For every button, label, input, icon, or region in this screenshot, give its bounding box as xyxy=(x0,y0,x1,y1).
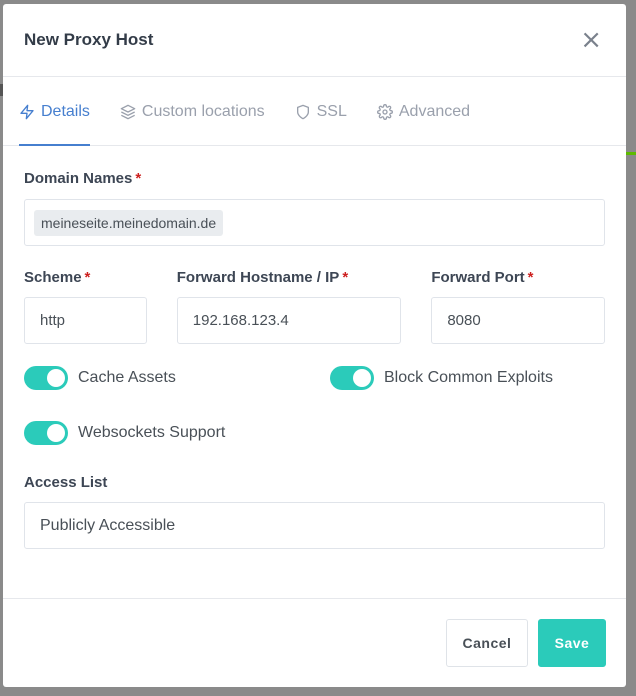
cancel-button[interactable]: Cancel xyxy=(446,619,528,667)
websockets-toggle[interactable] xyxy=(24,421,68,445)
forward-port-label: Forward Port * xyxy=(431,269,605,286)
websockets-toggle-group: Websockets Support xyxy=(24,421,605,445)
save-button[interactable]: Save xyxy=(538,619,606,667)
scheme-group: Scheme * http xyxy=(24,269,147,344)
toggle-row-1: Cache Assets Block Common Exploits xyxy=(24,366,605,390)
block-exploits-toggle-group: Block Common Exploits xyxy=(330,366,553,390)
forward-row: Scheme * http Forward Hostname / IP * 192.… xyxy=(24,269,605,344)
zap-icon xyxy=(20,104,34,120)
scheme-label-text: Scheme xyxy=(24,269,82,286)
forward-port-input[interactable]: 8080 xyxy=(431,297,605,344)
forward-host-label: Forward Hostname / IP * xyxy=(177,269,402,286)
modal-header: New Proxy Host × xyxy=(3,4,626,77)
access-list-label: Access List xyxy=(24,474,108,491)
block-exploits-toggle[interactable] xyxy=(330,366,374,390)
block-exploits-label: Block Common Exploits xyxy=(384,369,553,386)
scheme-value: http xyxy=(40,312,66,329)
proxy-host-modal: New Proxy Host × Details Custom location… xyxy=(3,4,626,687)
websockets-label: Websockets Support xyxy=(78,424,226,441)
tab-ssl-label: SSL xyxy=(316,103,347,120)
layers-icon xyxy=(120,104,136,120)
shield-icon xyxy=(296,104,309,120)
tab-bar: Details Custom locations SSL Advanced xyxy=(3,77,626,146)
scheme-input[interactable]: http xyxy=(24,297,147,344)
forward-host-input[interactable]: 192.168.123.4 xyxy=(176,297,402,344)
forward-port-label-text: Forward Port xyxy=(431,269,525,286)
close-icon[interactable]: × xyxy=(580,27,602,53)
tab-ssl[interactable]: SSL xyxy=(295,77,347,145)
forward-host-label-text: Forward Hostname / IP xyxy=(176,269,340,286)
tab-custom-locations-label: Custom locations xyxy=(141,103,265,120)
domain-names-label: Domain Names * xyxy=(24,170,605,187)
tab-advanced[interactable]: Advanced xyxy=(376,77,471,145)
form-body: Domain Names * meineseite.meinedomain.de … xyxy=(3,170,626,549)
domain-names-input[interactable]: meineseite.meinedomain.de xyxy=(24,199,605,246)
gear-icon xyxy=(376,104,393,120)
required-mark: * xyxy=(527,269,534,286)
access-list-value: Publicly Accessible xyxy=(40,516,176,534)
forward-host-value: 192.168.123.4 xyxy=(192,312,289,329)
tab-details[interactable]: Details xyxy=(19,77,90,146)
forward-port-value: 8080 xyxy=(447,312,481,329)
forward-host-group: Forward Hostname / IP * 192.168.123.4 xyxy=(176,269,402,344)
required-mark: * xyxy=(135,170,142,187)
tab-advanced-label: Advanced xyxy=(398,103,471,120)
tab-details-label: Details xyxy=(41,103,90,120)
modal-footer: Cancel Save xyxy=(3,598,626,687)
cache-assets-toggle[interactable] xyxy=(24,366,68,390)
domain-tag[interactable]: meineseite.meinedomain.de xyxy=(34,209,224,236)
tab-custom-locations[interactable]: Custom locations xyxy=(120,77,265,145)
modal-title: New Proxy Host xyxy=(24,30,154,49)
domain-names-group: Domain Names * meineseite.meinedomain.de xyxy=(24,170,605,246)
scheme-label: Scheme * xyxy=(24,269,147,286)
access-list-group: Access List Publicly Accessible xyxy=(24,474,605,549)
domain-names-label-text: Domain Names xyxy=(24,170,133,187)
access-list-select[interactable]: Publicly Accessible xyxy=(24,502,605,549)
required-mark: * xyxy=(84,269,91,286)
forward-port-group: Forward Port * 8080 xyxy=(431,269,605,344)
required-mark: * xyxy=(342,269,349,286)
cache-assets-label: Cache Assets xyxy=(78,369,176,386)
cache-assets-toggle-group: Cache Assets xyxy=(24,366,330,390)
